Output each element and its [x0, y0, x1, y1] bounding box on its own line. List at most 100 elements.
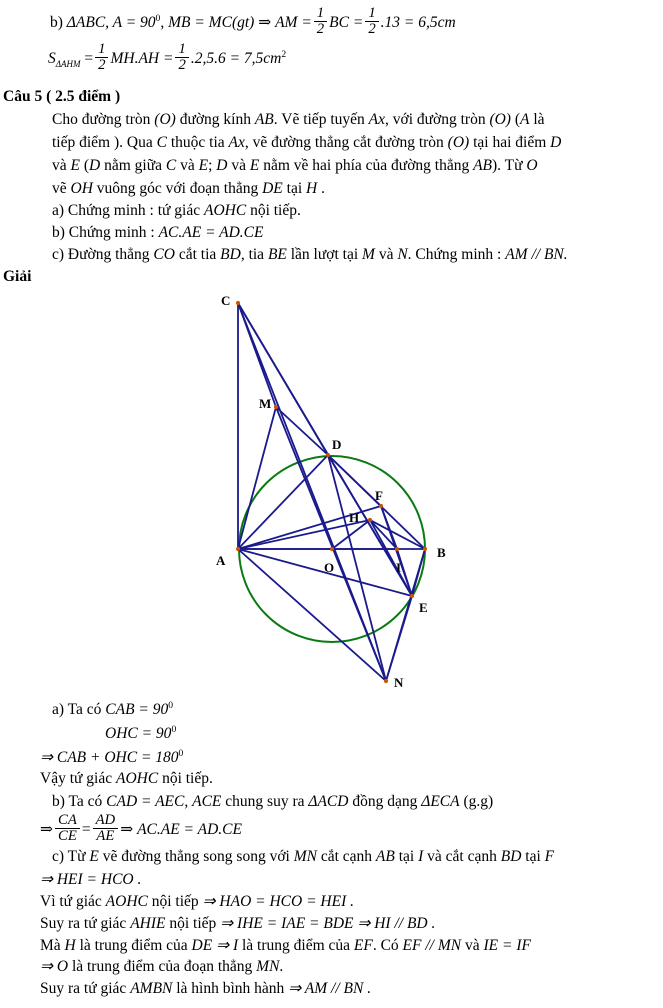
point-a [235, 546, 241, 552]
point-label-b: B [437, 545, 446, 560]
q-text: a) Chứng minh : tứ giác [52, 202, 201, 219]
point-b [422, 546, 428, 552]
point-e [409, 593, 415, 599]
q-text: tiếp điểm ). Qua [52, 134, 153, 151]
formula-1-mb-mc: , MB = MC [160, 14, 232, 32]
sol-text: và cắt cạnh [427, 848, 497, 865]
sol-text: a) Ta có [52, 701, 102, 719]
point-h [367, 517, 373, 523]
fraction-numerator: CA [55, 813, 80, 830]
formula-2-result: .2,5.6 = 7,5cm [190, 50, 282, 68]
q-text: cắt tia [178, 246, 217, 263]
sol-text: b) Ta có [52, 793, 103, 810]
q-text: tại [286, 180, 303, 197]
sol-text: chung suy ra [225, 793, 305, 810]
formula-1-result: .13 = 6,5cm [380, 14, 456, 32]
sol-angle-chain-1: ⇒ HAO = HCO = HEI . [202, 893, 354, 910]
segment-mn [275, 406, 387, 682]
q-text: và [378, 246, 394, 263]
solution-line-c5: Mà H là trung điểm của DE ⇒ I là trung đ… [40, 936, 531, 955]
q-segment-ab: AB [254, 111, 274, 128]
q-text: Cho đường tròn [52, 111, 151, 128]
q-equation-acae: AC.AE = AD.CE [158, 224, 264, 241]
q-ray-bd: BD [220, 246, 241, 263]
point-label-m: M [259, 396, 272, 411]
solution-line-c7: Suy ra tứ giác AMBN là hình bình hành ⇒ … [40, 979, 371, 998]
q-point-o: O [526, 157, 538, 174]
formula-line-1: b) ΔABC, A = 900, MB = MC(gt) ⇒ AM = 1 2 BC… [50, 6, 456, 39]
formula-2-mh-ah: MH.AH = [110, 50, 174, 68]
solution-line-a2: OHC = 900 [105, 724, 176, 743]
formula-line-2: SΔAHM = 1 2 MH.AH = 1 2.2,5.6 = 7,5cm2 [48, 42, 287, 75]
sol-degree: 0 [168, 700, 174, 711]
q-segment-ab-2: AB [473, 157, 493, 174]
point-label-e: E [419, 600, 428, 615]
question-part-a: a) Chứng minh : tứ giác AOHC nội tiếp. [52, 202, 301, 220]
sol-sum-angles: ⇒ CAB + OHC = 180 [40, 749, 179, 767]
fraction-numerator: 1 [365, 6, 379, 23]
solution-line-c6: ⇒ O là trung điểm của đoạn thẳng MN. [40, 957, 283, 976]
q-text: và [52, 157, 67, 174]
sol-result-product: AC.AE = AD.CE [137, 821, 242, 839]
q-text: c) Đường thẳng [52, 246, 150, 263]
fraction-denominator: 2 [178, 57, 186, 74]
q-circle-o-3: (O) [447, 134, 470, 151]
formula-1-fraction-half-a: 12 [313, 6, 328, 37]
sol-triangle-acd: ΔACD [308, 793, 349, 810]
solution-line-c3: Vì tứ giác AOHC nội tiếp ⇒ HAO = HCO = H… [40, 892, 354, 911]
fraction-denominator: 2 [98, 57, 106, 74]
q-text: là [533, 111, 545, 128]
fraction-numerator: 1 [95, 42, 109, 59]
sol-text: là trung điểm của [79, 937, 188, 954]
q-text: , vẽ đường thẳng cắt đường tròn [244, 134, 444, 151]
formula-1-label: b) [50, 14, 63, 32]
sol-text: c) Từ [52, 848, 86, 865]
sol-angle-eq: CAD = AEC [106, 793, 185, 810]
sol-quad-aohc: AOHC [115, 770, 159, 787]
formula-2-subscript: ΔAHM [55, 59, 81, 70]
q-point-a: A [520, 111, 530, 128]
sol-text: là trung điểm của đoạn thẳng [71, 958, 253, 975]
sol-equals: = [81, 821, 91, 839]
sol-text: . Có [372, 937, 399, 954]
sol-text: vẽ đường thẳng song song với [102, 848, 290, 865]
q-ray-ax: Ax [368, 111, 385, 128]
sol-point-f: F [544, 848, 555, 865]
solution-line-a4: Vậy tứ giác AOHC nội tiếp. [40, 770, 213, 788]
sol-triangle-eca: ΔECA [421, 793, 460, 810]
fraction-denominator: 2 [368, 21, 376, 38]
sol-text: (g.g) [463, 793, 494, 810]
q-conclusion-am-bn: AM // BN. [505, 246, 568, 263]
sol-angle-ace: ACE [192, 793, 222, 810]
q-segment-oh: OH [70, 180, 93, 197]
formula-1-bc: BC = [329, 14, 364, 32]
sol-implies: ⇒ [40, 821, 53, 839]
formula-2-exponent: 2 [281, 48, 287, 60]
sol-angle-chain-2: ⇒ IHE = IAE = BDE ⇒ HI // BD . [220, 915, 436, 932]
sol-segment-mn: MN [293, 848, 317, 865]
q-text: nằm về hai phía của đường thẳng [263, 157, 470, 174]
formula-1-implies: ⇒ [258, 14, 272, 32]
sol-text: nội tiếp. [162, 770, 213, 787]
q-text: thuộc tia [170, 134, 225, 151]
q-text: và [231, 157, 246, 174]
q-text: ). Từ [492, 157, 523, 174]
q-text: , với đường tròn [385, 111, 486, 128]
q-point-m: M [362, 246, 375, 263]
q-point-d-2: D [89, 157, 101, 174]
sol-segment-bd: BD [500, 848, 522, 865]
q-text: và [180, 157, 195, 174]
formula-2-fraction-half-b: 12 [175, 42, 189, 74]
formula-1-triangle-abc: ΔABC [66, 14, 106, 32]
fraction-denominator: AE [96, 828, 115, 845]
point-m [273, 404, 279, 410]
q-quad-aohc: AOHC [203, 202, 247, 219]
formula-1-am: AM = [275, 14, 312, 32]
sol-equal-ie-if: IE = IF [483, 937, 531, 954]
formula-2-fraction-half-a: 12 [95, 42, 109, 74]
q-text: . [321, 180, 325, 197]
sol-text: Vậy tứ giác [40, 770, 113, 787]
segment-md [275, 406, 329, 456]
q-point-e-2: E [198, 157, 209, 174]
sol-text: đồng dạng [352, 793, 418, 810]
